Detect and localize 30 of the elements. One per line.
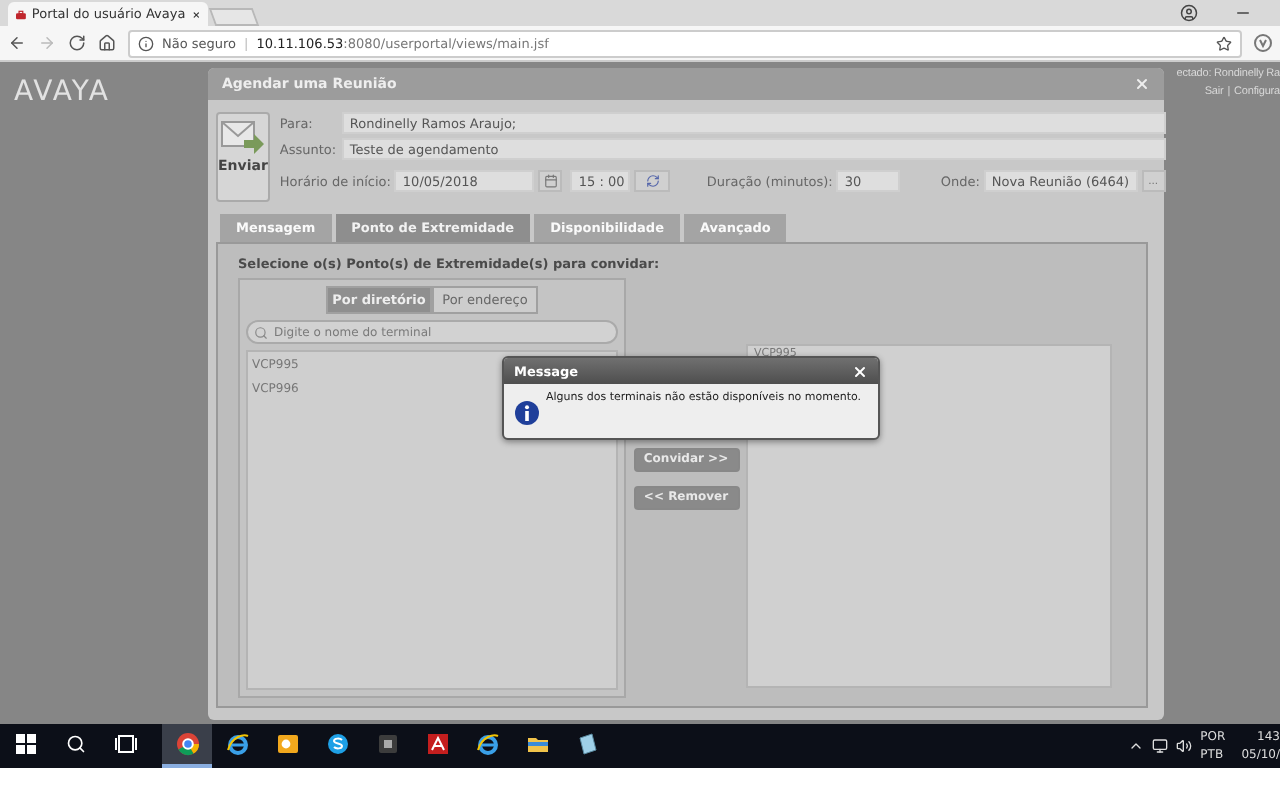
logo: AVAYA bbox=[14, 76, 110, 108]
e-browser-icon bbox=[225, 732, 249, 756]
e-browser-icon bbox=[475, 732, 499, 756]
close-icon[interactable] bbox=[191, 7, 200, 21]
start-grid-icon bbox=[13, 732, 37, 756]
chevron-up-icon[interactable] bbox=[1128, 738, 1145, 754]
task-view-icon bbox=[113, 732, 137, 756]
volume-icon[interactable] bbox=[1176, 738, 1193, 754]
envelope-arrow-icon bbox=[220, 118, 265, 154]
chat-app-icon bbox=[325, 732, 349, 756]
folder-icon bbox=[525, 732, 549, 756]
toolbox-favicon-icon bbox=[16, 7, 26, 21]
network-icon[interactable] bbox=[1152, 738, 1169, 754]
home-icon[interactable] bbox=[98, 34, 116, 52]
taskbar-button[interactable] bbox=[162, 724, 212, 768]
back-icon[interactable] bbox=[8, 34, 26, 52]
info-icon bbox=[514, 400, 540, 426]
info-icon bbox=[138, 35, 154, 51]
search-icon bbox=[254, 326, 268, 340]
round-browser-icon bbox=[175, 732, 199, 756]
calendar-icon bbox=[543, 174, 558, 188]
calendar-button[interactable] bbox=[538, 170, 563, 192]
search-icon bbox=[65, 734, 85, 754]
bookmark-star-icon[interactable] bbox=[1216, 35, 1232, 51]
app-icon bbox=[375, 732, 399, 756]
time-picker-button[interactable] bbox=[634, 170, 671, 192]
extension-icon[interactable] bbox=[1254, 34, 1272, 52]
account-icon[interactable] bbox=[1180, 4, 1198, 22]
reload-icon[interactable] bbox=[68, 34, 86, 52]
refresh-icon bbox=[645, 174, 660, 188]
